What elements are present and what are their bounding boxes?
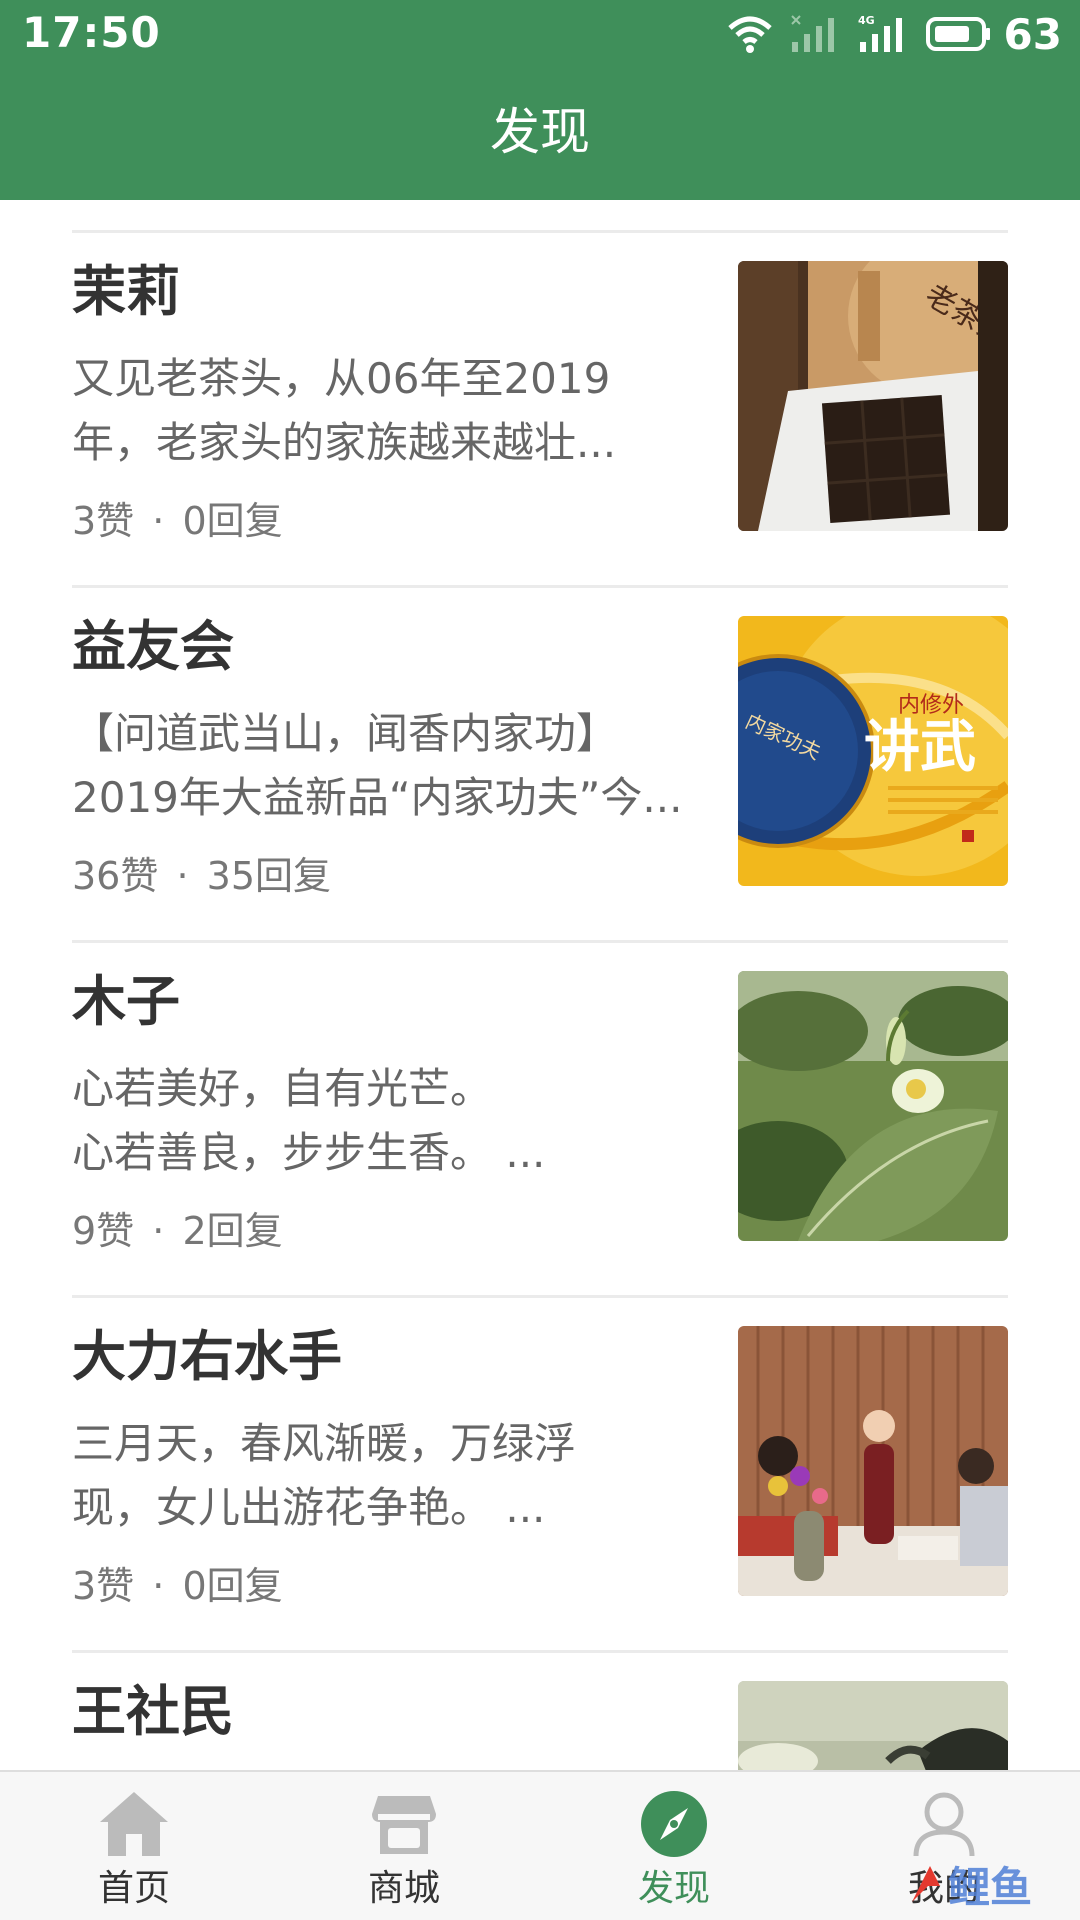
nav-item-store[interactable]: 商城 — [304, 1772, 504, 1920]
post-thumbnail-tea-brick[interactable]: 老茶头 — [738, 261, 1008, 531]
post-excerpt-line: 现，女儿出游花争艳。 ... — [72, 1483, 546, 1532]
post-excerpt-line: 2019年大益新品“内家功夫”今... — [72, 773, 683, 822]
status-icons: 4G 63 — [710, 9, 1062, 59]
nav-item-home[interactable]: 首页 — [34, 1772, 234, 1920]
status-bar: 17:50 4G 63 — [0, 0, 1080, 68]
signal-4g-icon: 4G — [858, 14, 902, 52]
nav-item-discover[interactable]: 发现 — [574, 1772, 774, 1920]
battery-level: 63 — [1003, 9, 1062, 59]
post-excerpt-line: 心若善良，步步生香。 ... — [72, 1128, 546, 1177]
post-excerpt: 三月天，春风渐暖，万绿浮 现，女儿出游花争艳。 ... — [72, 1412, 712, 1540]
stats-separator: · — [176, 854, 189, 898]
post-excerpt-line: 【问道武当山，闻香内家功】 — [72, 709, 619, 758]
app-root: 17:50 4G 63 发现 茉莉 又见老茶头，从06年至2019 年，老家头的… — [0, 0, 1080, 1920]
watermark-logo: 鲤鱼 — [912, 1863, 1032, 1912]
post-excerpt-line: 年，老家头的家族越来越壮... — [72, 418, 617, 467]
feed-post[interactable]: 茉莉 又见老茶头，从06年至2019 年，老家头的家族越来越壮... 3赞 · … — [72, 230, 1008, 584]
post-replies: 0回复 — [182, 499, 283, 543]
nav-label: 首页 — [97, 1868, 170, 1909]
post-excerpt: 又见老茶头，从06年至2019 年，老家头的家族越来越壮... — [72, 347, 712, 475]
post-stats: 36赞 · 35回复 — [72, 850, 331, 902]
post-stats: 3赞 · 0回复 — [72, 1560, 283, 1612]
post-thumbnail-promo-poster[interactable]: 内家功夫 内修外 讲武 — [738, 616, 1008, 886]
signal-sim1-icon — [790, 15, 834, 52]
page-title: 发现 — [490, 103, 590, 161]
feed-post[interactable]: 王社民 — [72, 1650, 1008, 1770]
compass-icon — [641, 1791, 707, 1857]
stats-separator: · — [152, 1564, 165, 1608]
home-icon — [100, 1792, 168, 1856]
feed-post[interactable]: 大力右水手 三月天，春风渐暖，万绿浮 现，女儿出游花争艳。 ... 3赞 · 0… — [72, 1295, 1008, 1649]
watermark-text: 鲤鱼 — [948, 1863, 1032, 1912]
status-time: 17:50 — [22, 8, 161, 57]
post-likes: 9赞 — [72, 1209, 135, 1253]
post-thumbnail-tea-flower[interactable] — [738, 971, 1008, 1241]
post-author: 益友会 — [72, 615, 234, 678]
post-excerpt: 【问道武当山，闻香内家功】 2019年大益新品“内家功夫”今... — [72, 702, 712, 830]
post-replies: 0回复 — [182, 1564, 283, 1608]
feed-post[interactable]: 益友会 【问道武当山，闻香内家功】 2019年大益新品“内家功夫”今... 36… — [72, 585, 1008, 939]
post-author: 茉莉 — [72, 260, 180, 323]
header: 17:50 4G 63 发现 — [0, 0, 1080, 200]
post-author: 木子 — [72, 970, 180, 1033]
thumbnail-text-main: 讲武 — [864, 714, 976, 780]
post-author: 王社民 — [72, 1680, 234, 1743]
post-author: 大力右水手 — [72, 1325, 342, 1388]
discover-feed[interactable]: 茉莉 又见老茶头，从06年至2019 年，老家头的家族越来越壮... 3赞 · … — [0, 200, 1080, 1770]
user-icon — [913, 1792, 975, 1857]
post-replies: 35回复 — [206, 854, 331, 898]
nav-label: 商城 — [367, 1868, 440, 1909]
post-likes: 3赞 — [72, 499, 135, 543]
post-replies: 2回复 — [182, 1209, 283, 1253]
store-icon — [372, 1796, 436, 1854]
post-likes: 3赞 — [72, 1564, 135, 1608]
stats-separator: · — [152, 499, 165, 543]
post-thumbnail-tea-event[interactable] — [738, 1326, 1008, 1596]
post-excerpt-line: 又见老茶头，从06年至2019 — [72, 354, 611, 403]
feed-post[interactable]: 木子 心若美好，自有光芒。 心若善良，步步生香。 ... 9赞 · 2回复 — [72, 940, 1008, 1294]
battery-icon — [925, 17, 990, 51]
nav-label: 发现 — [637, 1868, 710, 1909]
post-excerpt-line: 三月天，春风渐暖，万绿浮 — [72, 1419, 577, 1468]
post-thumbnail-teapot[interactable] — [738, 1681, 1008, 1770]
post-excerpt-line: 心若美好，自有光芒。 — [72, 1064, 493, 1113]
network-type-label: 4G — [858, 14, 875, 27]
post-stats: 3赞 · 0回复 — [72, 495, 283, 547]
post-stats: 9赞 · 2回复 — [72, 1205, 283, 1257]
wifi-icon — [727, 16, 772, 53]
stats-separator: · — [152, 1209, 165, 1253]
post-likes: 36赞 — [72, 854, 159, 898]
post-excerpt: 心若美好，自有光芒。 心若善良，步步生香。 ... — [72, 1057, 712, 1185]
